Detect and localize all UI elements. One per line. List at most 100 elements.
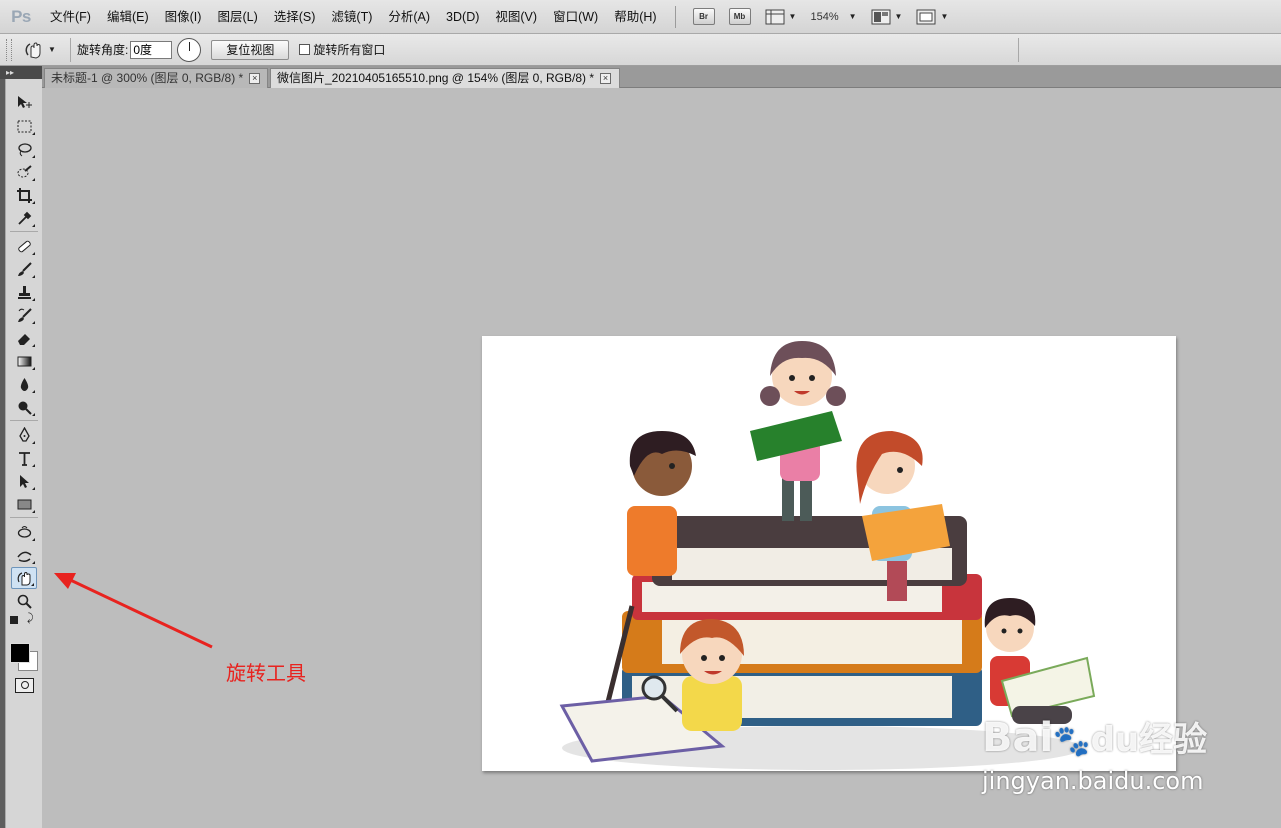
options-bar-grip[interactable] [6,38,12,61]
baidu-jingyan-watermark: Bai🐾du经验 jingyan.baidu.com [982,712,1208,795]
history-brush-icon [17,307,32,322]
menu-3d[interactable]: 3D(D) [438,0,487,34]
rotate-all-windows-checkbox[interactable] [299,44,311,55]
document-canvas[interactable] [482,336,1176,771]
screen-mode-button[interactable]: ▼ [916,9,948,25]
menu-edit[interactable]: 编辑(E) [99,0,157,34]
view-extras-icon [765,9,785,24]
menu-file[interactable]: 文件(F) [42,0,99,34]
options-separator [1018,38,1019,62]
close-icon[interactable]: × [600,73,612,84]
children-reading-books-illustration [559,341,1096,770]
swap-colors-icon[interactable]: ⤸ [27,612,34,625]
zoom-level-dropdown[interactable]: 154% ▼ [810,11,856,23]
menu-help[interactable]: 帮助(H) [606,0,664,34]
menu-view[interactable]: 视图(V) [487,0,545,34]
menu-image[interactable]: 图像(I) [157,0,210,34]
minibridge-icon: Mb [728,8,751,25]
path-selection-icon [19,474,29,488]
move-tool[interactable] [11,91,37,113]
eyedropper-tool[interactable] [11,207,37,229]
move-icon [17,95,32,108]
crop-icon [16,187,32,203]
lasso-icon [17,142,32,156]
brush-icon [17,261,32,276]
3d-rotate-tool[interactable] [11,521,37,543]
tools-panel-collapse[interactable]: ▸▸ [0,66,42,79]
chevron-down-icon: ▼ [788,12,797,21]
water-drop-icon [20,377,28,391]
crop-tool[interactable] [11,184,37,206]
chevron-down-icon: ▼ [848,12,857,21]
foreground-color-swatch[interactable] [10,643,30,663]
healing-brush-tool[interactable] [11,235,37,257]
tools-panel-body: ⤸ [5,79,42,828]
hand-rotate-icon [17,571,30,585]
lasso-tool[interactable] [11,138,37,160]
menu-analysis[interactable]: 分析(A) [380,0,438,34]
view-extras-button[interactable]: ▼ [765,9,797,25]
rotate-angle-dial[interactable] [177,37,202,62]
type-icon [18,451,30,466]
document-tab-bar: 未标题-1 @ 300% (图层 0, RGB/8) * × 微信图片_2021… [42,66,1281,88]
clone-stamp-tool[interactable] [11,281,37,303]
arrange-documents-icon [871,9,891,24]
eraser-icon [17,333,30,345]
watermark-brand: Bai [982,715,1054,761]
gradient-tool[interactable] [11,350,37,372]
rectangle-tool[interactable] [11,493,37,515]
rotate-view-tool[interactable] [11,567,37,589]
brush-tool[interactable] [11,258,37,280]
3d-rotate-icon [17,525,31,538]
marquee-tool[interactable] [11,115,37,137]
3d-camera-tool[interactable] [11,544,37,566]
history-brush-tool[interactable] [11,304,37,326]
rotate-angle-input[interactable] [130,40,173,59]
rotate-all-windows-option[interactable]: 旋转所有窗口 [299,41,385,58]
marquee-icon [17,120,31,132]
tools-panel: ▸▸ ⤸ [0,66,42,828]
arrange-documents-button[interactable]: ▼ [871,9,902,25]
annotation-label: 旋转工具 [226,661,306,685]
photoshop-logo: Ps [11,6,31,26]
menu-select[interactable]: 选择(S) [266,0,324,34]
tab-title: 未标题-1 @ 300% (图层 0, RGB/8) * [51,71,244,85]
bridge-icon: Br [692,8,715,25]
eyedropper-icon [17,211,31,225]
rectangle-icon [17,499,31,509]
tool-preset-picker[interactable]: ▼ [22,40,64,60]
path-selection-tool[interactable] [11,470,37,492]
menu-window[interactable]: 窗口(W) [545,0,606,34]
rotate-all-windows-label: 旋转所有窗口 [313,43,386,57]
tab-untitled-1[interactable]: 未标题-1 @ 300% (图层 0, RGB/8) * × [44,68,268,88]
watermark-brand-jingyan: 经验 [1139,720,1208,760]
menu-separator [674,5,676,28]
bandage-icon [17,240,31,252]
rotate-view-icon [25,41,41,59]
minibridge-button[interactable]: Mb [728,8,751,25]
options-bar: ▼ 旋转角度: 复位视图 旋转所有窗口 [0,34,1281,66]
reset-view-button[interactable]: 复位视图 [211,39,290,60]
zoom-tool[interactable] [11,590,37,612]
tab-wechat-image[interactable]: 微信图片_20210405165510.png @ 154% (图层 0, RG… [270,68,620,88]
default-colors-icon[interactable] [10,616,18,624]
paw-icon: 🐾 [1053,724,1091,759]
type-tool[interactable] [11,447,37,469]
dodge-tool[interactable] [11,396,37,418]
quick-mask-button[interactable] [15,678,34,693]
rotate-angle-label: 旋转角度: [77,43,129,57]
3d-orbit-icon [16,551,31,562]
options-separator [70,37,71,62]
menu-layer[interactable]: 图层(L) [209,0,265,34]
menu-filter[interactable]: 滤镜(T) [323,0,380,34]
blur-tool[interactable] [11,373,37,395]
close-icon[interactable]: × [249,73,261,84]
screen-mode-icon [916,9,936,24]
chevron-down-icon: ▼ [48,45,56,54]
quick-selection-tool[interactable] [11,161,37,183]
quick-selection-icon [17,164,32,177]
eraser-tool[interactable] [11,327,37,349]
pen-tool[interactable] [11,424,37,446]
dodge-icon [18,401,32,415]
bridge-button[interactable]: Br [692,8,715,25]
